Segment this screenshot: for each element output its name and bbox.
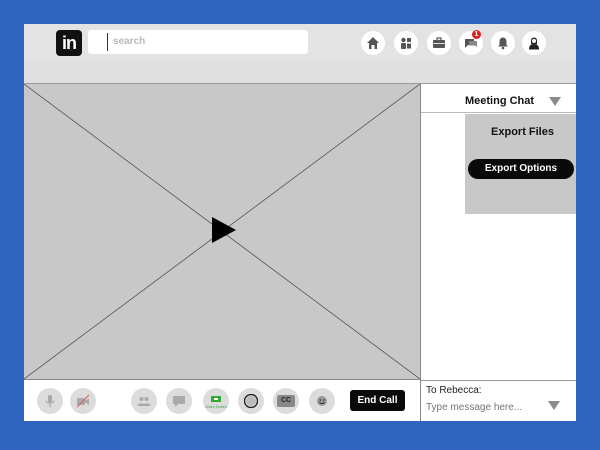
participants-icon[interactable]	[131, 388, 157, 414]
message-composer: To Rebecca:	[421, 380, 576, 421]
bell-icon[interactable]	[491, 31, 515, 55]
message-count-badge: 1	[472, 30, 481, 39]
captions-icon[interactable]: CC	[273, 388, 299, 414]
export-options-button[interactable]: Export Options	[468, 159, 574, 179]
record-icon[interactable]	[238, 388, 264, 414]
search-placeholder: search	[113, 36, 146, 47]
briefcase-icon[interactable]	[427, 31, 451, 55]
reactions-icon[interactable]	[309, 388, 335, 414]
meeting-chat-header[interactable]: Meeting Chat	[421, 84, 576, 113]
messages-icon[interactable]: 1	[459, 30, 483, 55]
home-icon[interactable]	[361, 31, 385, 55]
recipient-label: To Rebecca:	[426, 385, 482, 396]
meeting-chat-title: Meeting Chat	[465, 95, 535, 107]
chat-icon[interactable]	[166, 388, 192, 414]
export-files-panel: Export Files Export Options	[465, 114, 576, 214]
video-placeholder[interactable]	[24, 84, 421, 380]
export-files-title: Export Files	[491, 126, 554, 138]
call-controls: Share Screen CC End Call	[24, 380, 421, 421]
share-screen-icon[interactable]: Share Screen	[203, 388, 229, 414]
sub-header-strip	[24, 61, 576, 84]
linkedin-logo[interactable]: in	[56, 30, 82, 56]
camera-off-icon[interactable]	[70, 388, 96, 414]
chevron-down-icon[interactable]	[549, 97, 561, 106]
microphone-icon[interactable]	[37, 388, 63, 414]
share-screen-label: Share Screen	[205, 405, 227, 409]
profile-icon[interactable]	[522, 31, 546, 55]
play-icon[interactable]	[24, 84, 420, 379]
chevron-down-icon[interactable]	[548, 401, 560, 410]
message-input[interactable]	[426, 402, 536, 413]
app-window: in search 1 Share Screen CC End Call Mee…	[24, 24, 576, 421]
people-icon[interactable]	[394, 31, 418, 55]
end-call-button[interactable]: End Call	[350, 390, 405, 411]
search-cursor	[107, 33, 108, 51]
top-navbar: in search 1	[24, 24, 576, 62]
captions-label: CC	[277, 395, 295, 407]
search-bar[interactable]: search	[88, 30, 308, 54]
